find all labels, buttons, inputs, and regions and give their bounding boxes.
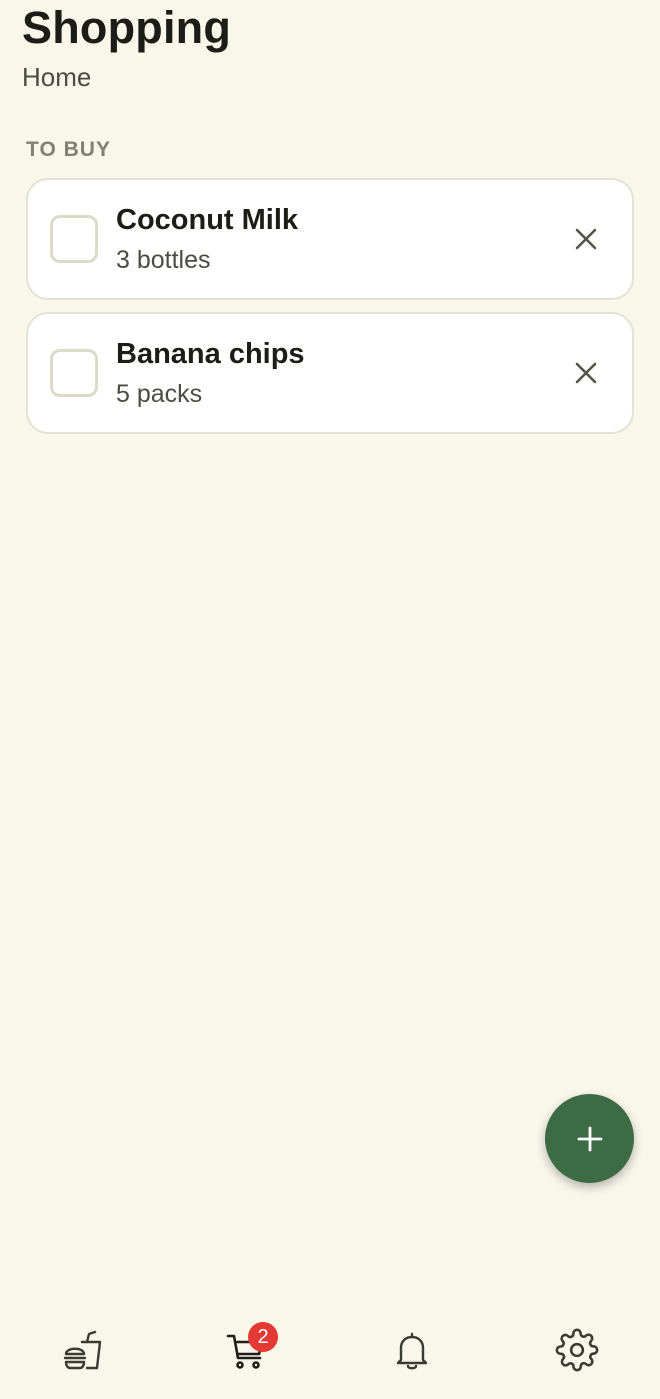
shopping-list: Coconut Milk 3 bottles Banana chips 5 pa… xyxy=(26,178,634,446)
remove-item-button[interactable] xyxy=(564,351,608,395)
nav-notifications[interactable] xyxy=(386,1324,438,1376)
close-icon xyxy=(575,362,597,384)
gear-icon xyxy=(555,1328,599,1372)
bell-icon xyxy=(396,1332,428,1370)
item-quantity: 3 bottles xyxy=(116,246,211,274)
header: Shopping Home xyxy=(22,0,231,92)
list-item[interactable]: Coconut Milk 3 bottles xyxy=(26,178,634,300)
shopping-screen: Shopping Home TO BUY Coconut Milk 3 bott… xyxy=(0,0,660,1399)
cart-badge: 2 xyxy=(248,1322,278,1352)
page-title: Shopping xyxy=(22,2,232,53)
section-label-to-buy: TO BUY xyxy=(26,138,111,161)
item-name: Coconut Milk xyxy=(116,204,299,236)
item-name: Banana chips xyxy=(116,338,305,370)
fast-food-icon xyxy=(63,1330,102,1370)
nav-settings[interactable] xyxy=(551,1324,603,1376)
bottom-navigation: 2 xyxy=(0,1300,660,1399)
close-icon xyxy=(575,228,597,250)
item-checkbox[interactable] xyxy=(50,349,98,397)
remove-item-button[interactable] xyxy=(564,217,608,261)
item-checkbox[interactable] xyxy=(50,215,98,263)
add-item-button[interactable] xyxy=(545,1094,634,1183)
plus-icon xyxy=(577,1126,602,1151)
list-item[interactable]: Banana chips 5 packs xyxy=(26,312,634,434)
item-quantity: 5 packs xyxy=(116,380,203,408)
page-subtitle: Home xyxy=(22,62,92,92)
nav-recipes[interactable] xyxy=(56,1324,108,1376)
